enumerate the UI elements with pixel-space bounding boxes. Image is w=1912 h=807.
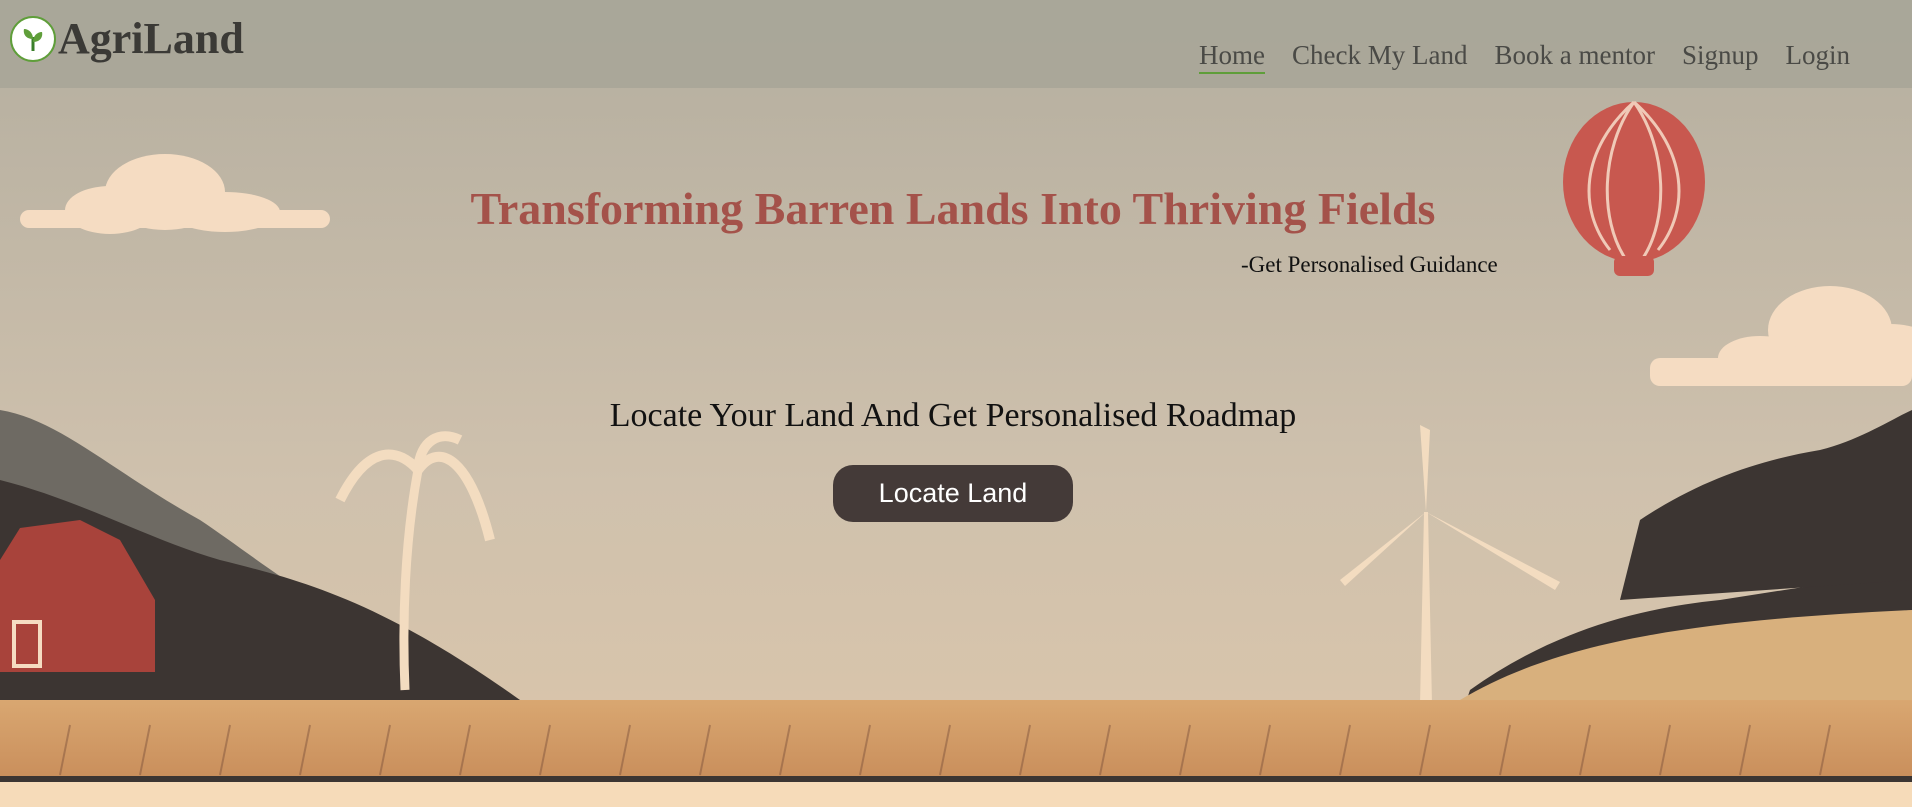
hero-subline: -Get Personalised Guidance xyxy=(1241,252,1498,277)
locate-land-prompt: Locate Your Land And Get Personalised Ro… xyxy=(609,397,1297,434)
hero-headline: Transforming Barren Lands Into Thriving … xyxy=(470,183,1436,234)
nav-signup-link[interactable]: Signup xyxy=(1682,38,1759,74)
sprout-leaf-icon xyxy=(10,16,56,62)
nav-book-mentor-link[interactable]: Book a mentor xyxy=(1494,38,1654,74)
brand[interactable]: AgriLand xyxy=(10,16,244,62)
top-navbar: AgriLand Home Check My Land Book a mento… xyxy=(0,0,1912,88)
nav-check-my-land-link[interactable]: Check My Land xyxy=(1292,38,1467,74)
brand-name: AgriLand xyxy=(58,14,244,63)
nav-login-link[interactable]: Login xyxy=(1786,38,1851,74)
locate-land-button[interactable]: Locate Land xyxy=(833,465,1073,522)
nav-home-link[interactable]: Home xyxy=(1199,38,1266,74)
nav-menu: Home Check My Land Book a mentor Signup … xyxy=(1199,38,1850,74)
